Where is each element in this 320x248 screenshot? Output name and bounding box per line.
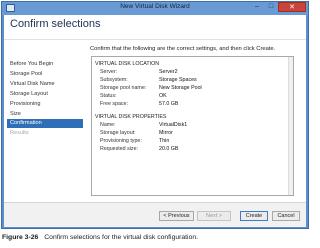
subsystem-label: Subsystem: — [100, 77, 128, 83]
close-button[interactable]: ✕ — [278, 2, 306, 12]
provisioning-type-label: Provisioning type: — [100, 138, 142, 144]
settings-summary-box[interactable]: VIRTUAL DISK LOCATION Server: Server2 Su… — [91, 56, 294, 196]
step-before-you-begin[interactable]: Before You Begin — [7, 60, 83, 69]
subsystem-value: Storage Spaces — [159, 77, 197, 83]
minimize-button[interactable]: – — [250, 2, 264, 12]
cancel-button[interactable]: Cancel — [272, 211, 300, 221]
server-value: Server2 — [159, 69, 178, 75]
name-label: Name: — [100, 122, 116, 128]
step-storage-pool[interactable]: Storage Pool — [7, 70, 83, 79]
step-virtual-disk-name[interactable]: Virtual Disk Name — [7, 80, 83, 89]
storage-layout-label: Storage layout: — [100, 130, 136, 136]
wizard-client-area: Confirm selections Before You Begin Stor… — [4, 15, 306, 227]
maximize-button[interactable]: □ — [264, 2, 278, 12]
title-bar[interactable]: New Virtual Disk Wizard – □ ✕ — [2, 2, 308, 15]
storage-pool-name-value: New Storage Pool — [159, 85, 202, 91]
requested-size-value: 20.0 GB — [159, 146, 179, 152]
storage-layout-value: Mirror — [159, 130, 173, 136]
free-space-value: 57.0 GB — [159, 101, 179, 107]
status-value: OK — [159, 93, 167, 99]
step-storage-layout[interactable]: Storage Layout — [7, 90, 83, 99]
next-button: Next > — [197, 211, 231, 221]
step-provisioning[interactable]: Provisioning — [7, 100, 83, 109]
free-space-label: Free space: — [100, 101, 128, 107]
name-value: VirtualDisk1 — [159, 122, 188, 128]
requested-size-label: Requested size: — [100, 146, 138, 152]
location-heading: VIRTUAL DISK LOCATION — [95, 61, 160, 67]
server-label: Server: — [100, 69, 118, 75]
wizard-footer: < Previous Next > Create Cancel — [4, 202, 306, 227]
wizard-content: Confirm that the following are the corre… — [84, 40, 304, 202]
storage-pool-name-label: Storage pool name: — [100, 85, 147, 91]
properties-heading: VIRTUAL DISK PROPERTIES — [95, 114, 167, 120]
figure-caption-text: Confirm selections for the virtual disk … — [44, 234, 199, 241]
create-button[interactable]: Create — [240, 211, 268, 221]
figure-number: Figure 3-26 — [2, 234, 39, 241]
wizard-header: Confirm selections — [4, 15, 306, 40]
figure-caption: Figure 3-26 Confirm selections for the vi… — [2, 234, 198, 241]
step-results: Results — [10, 130, 29, 136]
intro-text: Confirm that the following are the corre… — [90, 46, 276, 52]
status-label: Status: — [100, 93, 117, 99]
provisioning-type-value: Thin — [159, 138, 170, 144]
step-confirmation[interactable]: Confirmation — [7, 119, 83, 128]
page-title: Confirm selections — [10, 18, 101, 30]
wizard-window: New Virtual Disk Wizard – □ ✕ Confirm se… — [1, 1, 309, 229]
step-size[interactable]: Size — [7, 110, 83, 119]
summary-scrollbar[interactable] — [288, 57, 293, 195]
previous-button[interactable]: < Previous — [159, 211, 194, 221]
wizard-steps-nav: Before You Begin Storage Pool Virtual Di… — [4, 40, 84, 202]
